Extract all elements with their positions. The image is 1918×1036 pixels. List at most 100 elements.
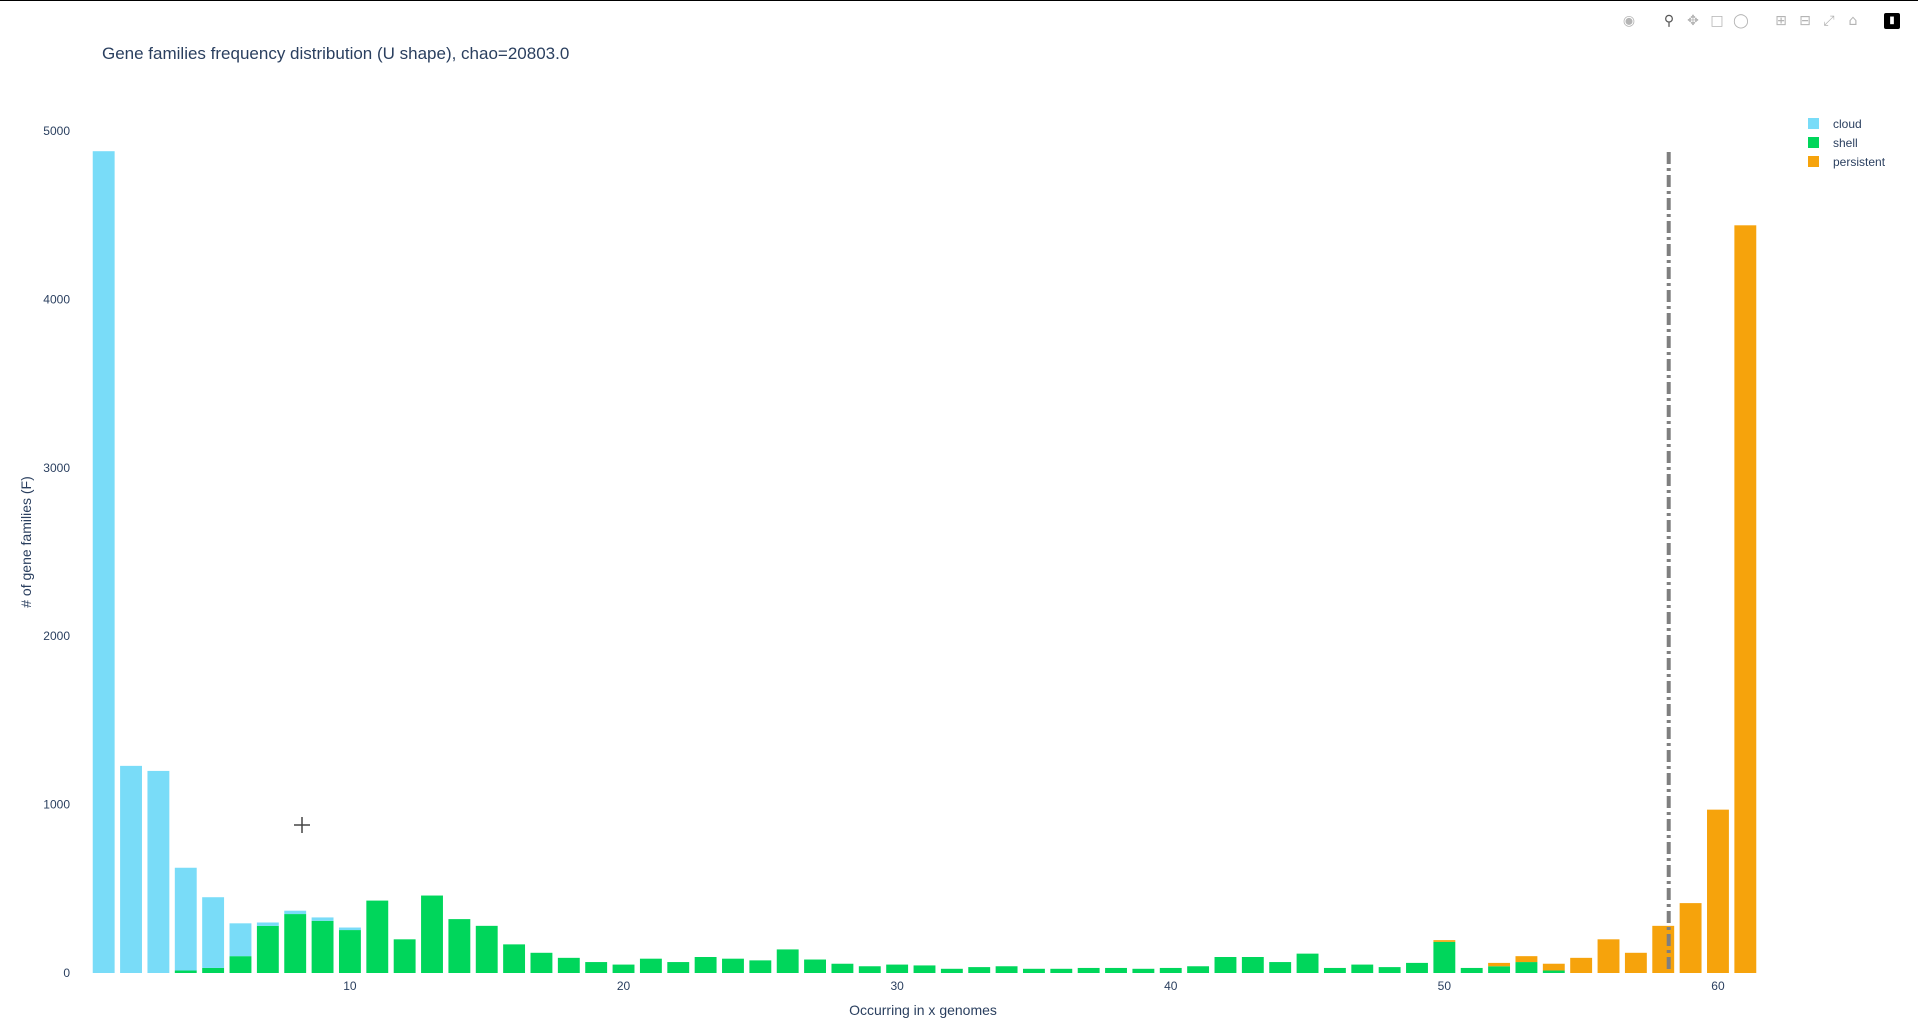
x-tick-label: 60 xyxy=(1711,979,1725,993)
legend-label-shell: shell xyxy=(1833,136,1858,150)
legend-item-cloud[interactable]: cloud xyxy=(1808,117,1862,131)
bar-persistent[interactable] xyxy=(1570,957,1593,973)
bar-shell[interactable] xyxy=(202,967,225,973)
bar-persistent[interactable] xyxy=(1542,963,1565,971)
bar-shell[interactable] xyxy=(311,920,334,973)
bar-persistent[interactable] xyxy=(1624,952,1647,973)
y-tick-label: 1000 xyxy=(43,798,70,812)
bar-shell[interactable] xyxy=(1378,967,1401,973)
bar-cloud[interactable] xyxy=(120,765,142,973)
bar-shell[interactable] xyxy=(1105,967,1127,973)
y-tick-label: 0 xyxy=(63,966,70,980)
bar-shell[interactable] xyxy=(1132,968,1155,973)
bar-cloud[interactable] xyxy=(202,897,225,968)
bar-shell[interactable] xyxy=(475,925,498,973)
legend-swatch-shell xyxy=(1808,137,1819,148)
bar-shell[interactable] xyxy=(694,957,717,973)
bar-shell[interactable] xyxy=(1406,962,1428,973)
bar-shell[interactable] xyxy=(1077,967,1100,973)
bar-persistent[interactable] xyxy=(1597,939,1620,973)
bar-shell[interactable] xyxy=(174,970,197,973)
x-axis-ticks: 10 20 30 40 50 60 xyxy=(343,979,1725,993)
bar-shell[interactable] xyxy=(913,965,936,973)
bar-shell[interactable] xyxy=(448,919,471,973)
bar-shell[interactable] xyxy=(229,956,252,973)
bar-shell[interactable] xyxy=(338,930,361,973)
bars-layer xyxy=(92,151,1757,973)
legend-item-shell[interactable]: shell xyxy=(1808,136,1858,150)
bar-shell[interactable] xyxy=(749,960,772,973)
legend-label-persistent: persistent xyxy=(1833,155,1886,169)
x-tick-label: 10 xyxy=(343,979,357,993)
bar-shell[interactable] xyxy=(968,967,991,973)
y-axis-title: # of gene families (F) xyxy=(18,476,34,608)
bar-shell[interactable] xyxy=(1241,957,1264,973)
bar-shell[interactable] xyxy=(1542,970,1565,973)
bar-cloud[interactable] xyxy=(147,770,170,973)
bar-shell[interactable] xyxy=(366,900,389,973)
bar-shell[interactable] xyxy=(1022,968,1045,973)
y-tick-label: 5000 xyxy=(43,124,70,138)
bar-cloud[interactable] xyxy=(229,923,252,957)
bar-shell[interactable] xyxy=(667,962,690,973)
bar-shell[interactable] xyxy=(1515,962,1538,973)
bar-shell[interactable] xyxy=(1323,967,1346,973)
bar-shell[interactable] xyxy=(1433,941,1456,973)
bar-shell[interactable] xyxy=(1460,967,1483,973)
bar-persistent[interactable] xyxy=(1488,962,1511,967)
bar-shell[interactable] xyxy=(776,949,799,973)
bar-shell[interactable] xyxy=(256,925,279,973)
bar-shell[interactable] xyxy=(886,964,909,973)
bar-persistent[interactable] xyxy=(1734,225,1757,973)
chart-title: Gene families frequency distribution (U … xyxy=(102,44,569,63)
bar-cloud[interactable] xyxy=(338,927,361,931)
x-tick-label: 20 xyxy=(617,979,631,993)
y-tick-label: 3000 xyxy=(43,461,70,475)
bar-shell[interactable] xyxy=(1050,968,1073,973)
bar-shell[interactable] xyxy=(1296,953,1319,973)
chart: 10 20 30 40 50 60 0 1000 2000 3000 4000 5000 Gene … xyxy=(18,44,1886,1018)
bar-shell[interactable] xyxy=(858,966,881,973)
legend[interactable]: cloud shell persistent xyxy=(1808,117,1886,169)
x-tick-label: 30 xyxy=(890,979,904,993)
legend-item-persistent[interactable]: persistent xyxy=(1808,155,1886,169)
legend-label-cloud: cloud xyxy=(1833,117,1862,131)
bar-shell[interactable] xyxy=(995,966,1018,973)
bar-cloud[interactable] xyxy=(174,867,197,971)
bar-shell[interactable] xyxy=(530,952,553,973)
bar-persistent[interactable] xyxy=(1433,940,1456,942)
bar-shell[interactable] xyxy=(1214,957,1237,973)
bar-shell[interactable] xyxy=(1351,964,1374,973)
bar-shell[interactable] xyxy=(612,964,635,973)
bar-persistent[interactable] xyxy=(1515,956,1538,963)
bar-shell[interactable] xyxy=(722,958,744,973)
bar-shell[interactable] xyxy=(503,944,526,973)
bar-shell[interactable] xyxy=(1159,967,1182,973)
bar-shell[interactable] xyxy=(1269,962,1292,973)
x-tick-label: 50 xyxy=(1438,979,1452,993)
bar-persistent[interactable] xyxy=(1652,925,1675,973)
bar-shell[interactable] xyxy=(831,963,854,973)
bar-shell[interactable] xyxy=(284,914,307,973)
bar-persistent[interactable] xyxy=(1707,809,1729,973)
bar-cloud[interactable] xyxy=(311,917,334,921)
bar-cloud[interactable] xyxy=(256,922,279,926)
bar-shell[interactable] xyxy=(940,968,963,973)
y-tick-label: 2000 xyxy=(43,629,70,643)
bar-shell[interactable] xyxy=(639,958,662,973)
bar-shell[interactable] xyxy=(1488,966,1511,973)
bar-cloud[interactable] xyxy=(92,151,115,973)
bar-shell[interactable] xyxy=(585,962,608,973)
bar-shell[interactable] xyxy=(1187,966,1210,973)
bar-shell[interactable] xyxy=(557,957,580,973)
y-axis-ticks: 0 1000 2000 3000 4000 5000 xyxy=(43,124,70,980)
bar-cloud[interactable] xyxy=(284,910,307,915)
bar-persistent[interactable] xyxy=(1679,903,1702,973)
bar-shell[interactable] xyxy=(393,939,416,973)
x-tick-label: 40 xyxy=(1164,979,1178,993)
bar-shell[interactable] xyxy=(421,895,443,973)
legend-swatch-cloud xyxy=(1808,118,1819,129)
legend-swatch-persistent xyxy=(1808,156,1819,167)
x-axis-title: Occurring in x genomes xyxy=(849,1002,997,1018)
bar-shell[interactable] xyxy=(804,959,827,973)
